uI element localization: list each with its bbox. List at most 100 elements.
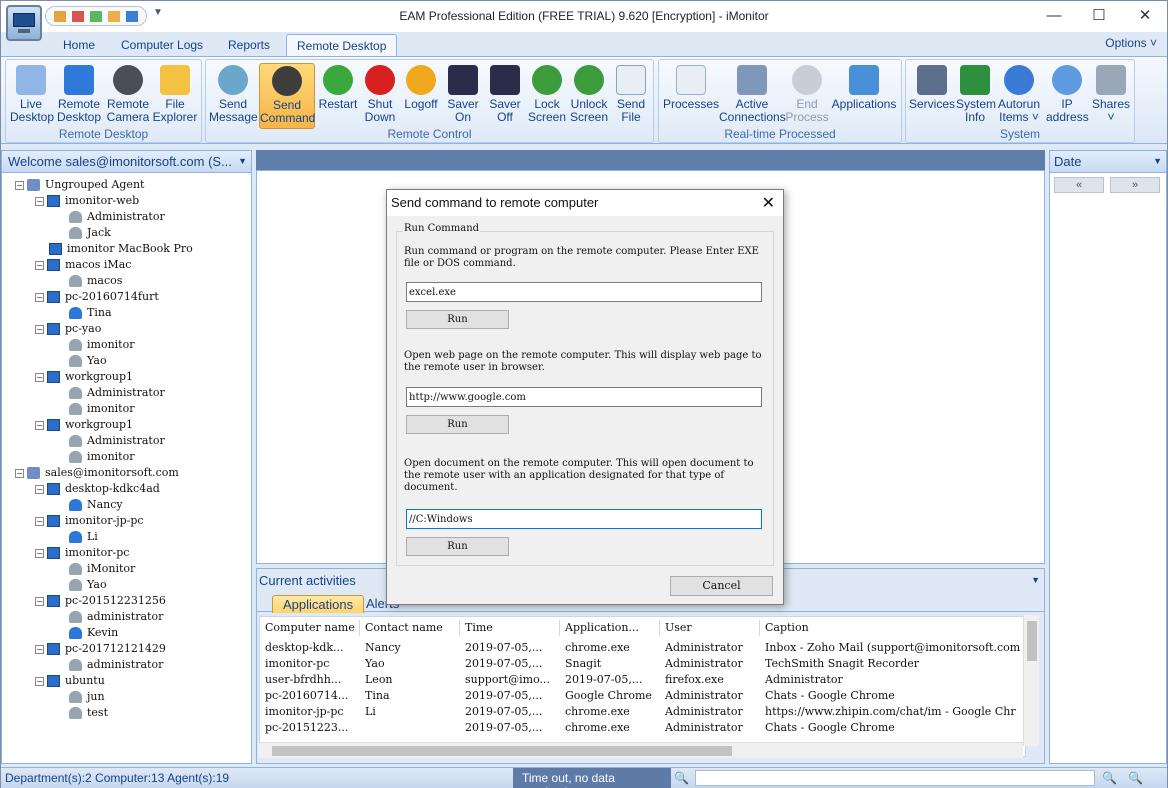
date-header[interactable]: Date ▼ <box>1050 151 1166 173</box>
tree-user[interactable]: imonitor <box>69 337 134 353</box>
dropdown-icon[interactable]: ▼ <box>238 156 247 166</box>
maximize-button[interactable]: ☐ <box>1089 7 1109 25</box>
autorun-items-button[interactable]: Autorun Items ˅ <box>997 63 1041 129</box>
tree-user[interactable]: Administrator <box>69 385 165 401</box>
tree-user[interactable]: imonitor <box>69 401 134 417</box>
tree-computer[interactable]: − workgroup1 <box>35 369 133 385</box>
col-caption[interactable]: Caption <box>760 620 1025 636</box>
tab-home[interactable]: Home <box>53 34 105 57</box>
tree-user[interactable]: jun <box>69 689 105 705</box>
tree-computer[interactable]: − pc-20160714furt <box>35 289 159 305</box>
tab-computer-logs[interactable]: Computer Logs <box>111 34 213 57</box>
processes-button[interactable]: Processes <box>662 63 720 129</box>
table-row[interactable]: user-bfrdhh... Leon support@imo... 2019-07-… <box>260 672 1025 688</box>
agent-tree-header[interactable]: Welcome sales@imonitorsoft.com (S... ▼ <box>2 151 251 173</box>
services-button[interactable]: Services <box>909 63 955 129</box>
tree-user[interactable]: test <box>69 705 108 721</box>
col-computer-name[interactable]: Computer name <box>260 620 360 636</box>
status-search-input[interactable] <box>695 770 1095 786</box>
remote-desktop-button[interactable]: Remote Desktop <box>56 63 102 129</box>
app-logo-icon[interactable] <box>6 5 42 41</box>
tree-computer[interactable]: − macos iMac <box>35 257 131 273</box>
tree-computer[interactable]: − workgroup1 <box>35 417 133 433</box>
tree-user[interactable]: imonitor <box>69 449 134 465</box>
live-desktop-button[interactable]: Live Desktop <box>10 63 54 129</box>
tree-computer[interactable]: imonitor MacBook Pro <box>49 241 193 257</box>
collapse-icon[interactable]: − <box>35 484 44 494</box>
table-row[interactable]: pc-20160714... Tina 2019-07-05,... Google C… <box>260 688 1025 704</box>
system-info-button[interactable]: System Info <box>956 63 996 129</box>
saver-on-button[interactable]: Saver On <box>444 63 482 129</box>
col-user[interactable]: User <box>660 620 760 636</box>
options-menu[interactable]: Options ˅ <box>1105 36 1157 50</box>
tree-user[interactable]: Yao <box>69 353 107 369</box>
tree-computer[interactable]: − imonitor-jp-pc <box>35 513 144 529</box>
tree-user[interactable]: Nancy <box>69 497 123 513</box>
table-row[interactable]: pc-20151223... 2019-07-05,... chrome.exe Ad… <box>260 720 1025 736</box>
tree-user[interactable]: administrator <box>69 657 163 673</box>
tree-computer[interactable]: − pc-201512231256 <box>35 593 166 609</box>
run-command-button[interactable]: Run <box>406 310 509 329</box>
document-path-input[interactable]: //C:Windows <box>406 509 762 529</box>
shares-button[interactable]: Shares ˅ <box>1090 63 1132 129</box>
applications-button[interactable]: Applications <box>830 63 898 129</box>
col-application[interactable]: Application... <box>560 620 660 636</box>
tree-user[interactable]: Administrator <box>69 433 165 449</box>
tree-computer[interactable]: − ubuntu <box>35 673 105 689</box>
tree-user[interactable]: iMonitor <box>69 561 135 577</box>
end-process-button[interactable]: End Process <box>785 63 829 129</box>
restart-button[interactable]: Restart <box>318 63 358 129</box>
saver-off-button[interactable]: Saver Off <box>486 63 524 129</box>
send-file-button[interactable]: Send File <box>612 63 650 129</box>
tree-group-sales[interactable]: − sales@imonitorsoft.com <box>15 465 179 481</box>
col-contact-name[interactable]: Contact name <box>360 620 460 636</box>
collapse-icon[interactable]: − <box>35 516 44 526</box>
command-input[interactable]: excel.exe <box>406 282 762 302</box>
col-time[interactable]: Time <box>460 620 560 636</box>
shut-down-button[interactable]: Shut Down <box>360 63 400 129</box>
date-prev-button[interactable]: « <box>1054 177 1104 193</box>
run-webpage-button[interactable]: Run <box>406 415 509 434</box>
collapse-icon[interactable]: − <box>35 324 44 334</box>
search-icon[interactable]: 🔍 <box>674 771 689 785</box>
tree-group-ungrouped[interactable]: − Ungrouped Agent <box>15 177 144 193</box>
cancel-button[interactable]: Cancel <box>670 576 773 596</box>
logoff-button[interactable]: Logoff <box>401 63 441 129</box>
collapse-icon[interactable]: − <box>35 292 44 302</box>
tree-computer[interactable]: − desktop-kdkc4ad <box>35 481 160 497</box>
minimize-button[interactable]: — <box>1044 7 1064 25</box>
tree-user[interactable]: Li <box>69 529 98 545</box>
tab-applications[interactable]: Applications <box>272 595 365 613</box>
collapse-icon[interactable]: − <box>35 260 44 270</box>
tree-user[interactable]: administrator <box>69 609 163 625</box>
collapse-icon[interactable]: − <box>15 468 24 478</box>
run-document-button[interactable]: Run <box>406 537 509 556</box>
tree-computer[interactable]: − pc-yao <box>35 321 101 337</box>
dropdown-icon[interactable]: ▼ <box>1031 575 1040 585</box>
active-connections-button[interactable]: Active Connections <box>719 63 786 129</box>
webpage-url-input[interactable]: http://www.google.com <box>406 387 762 407</box>
file-explorer-button[interactable]: File Explorer <box>152 63 198 129</box>
activities-vertical-scrollbar[interactable] <box>1023 615 1039 746</box>
collapse-icon[interactable]: − <box>35 372 44 382</box>
tree-computer[interactable]: − imonitor-pc <box>35 545 129 561</box>
send-message-button[interactable]: Send Message <box>209 63 258 129</box>
tree-computer[interactable]: − imonitor-web <box>35 193 139 209</box>
activities-horizontal-scrollbar[interactable] <box>258 742 1023 758</box>
ip-address-button[interactable]: IP address <box>1046 63 1089 129</box>
tree-user[interactable]: Tina <box>69 305 112 321</box>
tree-user[interactable]: macos <box>69 273 122 289</box>
lock-screen-button[interactable]: Lock Screen <box>526 63 568 129</box>
close-button[interactable]: ✕ <box>1135 7 1155 25</box>
tree-user[interactable]: Jack <box>69 225 111 241</box>
collapse-icon[interactable]: − <box>35 420 44 430</box>
dropdown-icon[interactable]: ▼ <box>1153 156 1162 166</box>
collapse-icon[interactable]: − <box>35 196 44 206</box>
collapse-icon[interactable]: − <box>15 180 24 190</box>
tab-remote-desktop[interactable]: Remote Desktop <box>286 34 398 57</box>
table-row[interactable]: imonitor-pc Yao 2019-07-05,... Snagit Admini… <box>260 656 1025 672</box>
collapse-icon[interactable]: − <box>35 596 44 606</box>
collapse-icon[interactable]: − <box>35 644 44 654</box>
tab-reports[interactable]: Reports <box>218 34 280 57</box>
remote-camera-button[interactable]: Remote Camera <box>106 63 150 129</box>
